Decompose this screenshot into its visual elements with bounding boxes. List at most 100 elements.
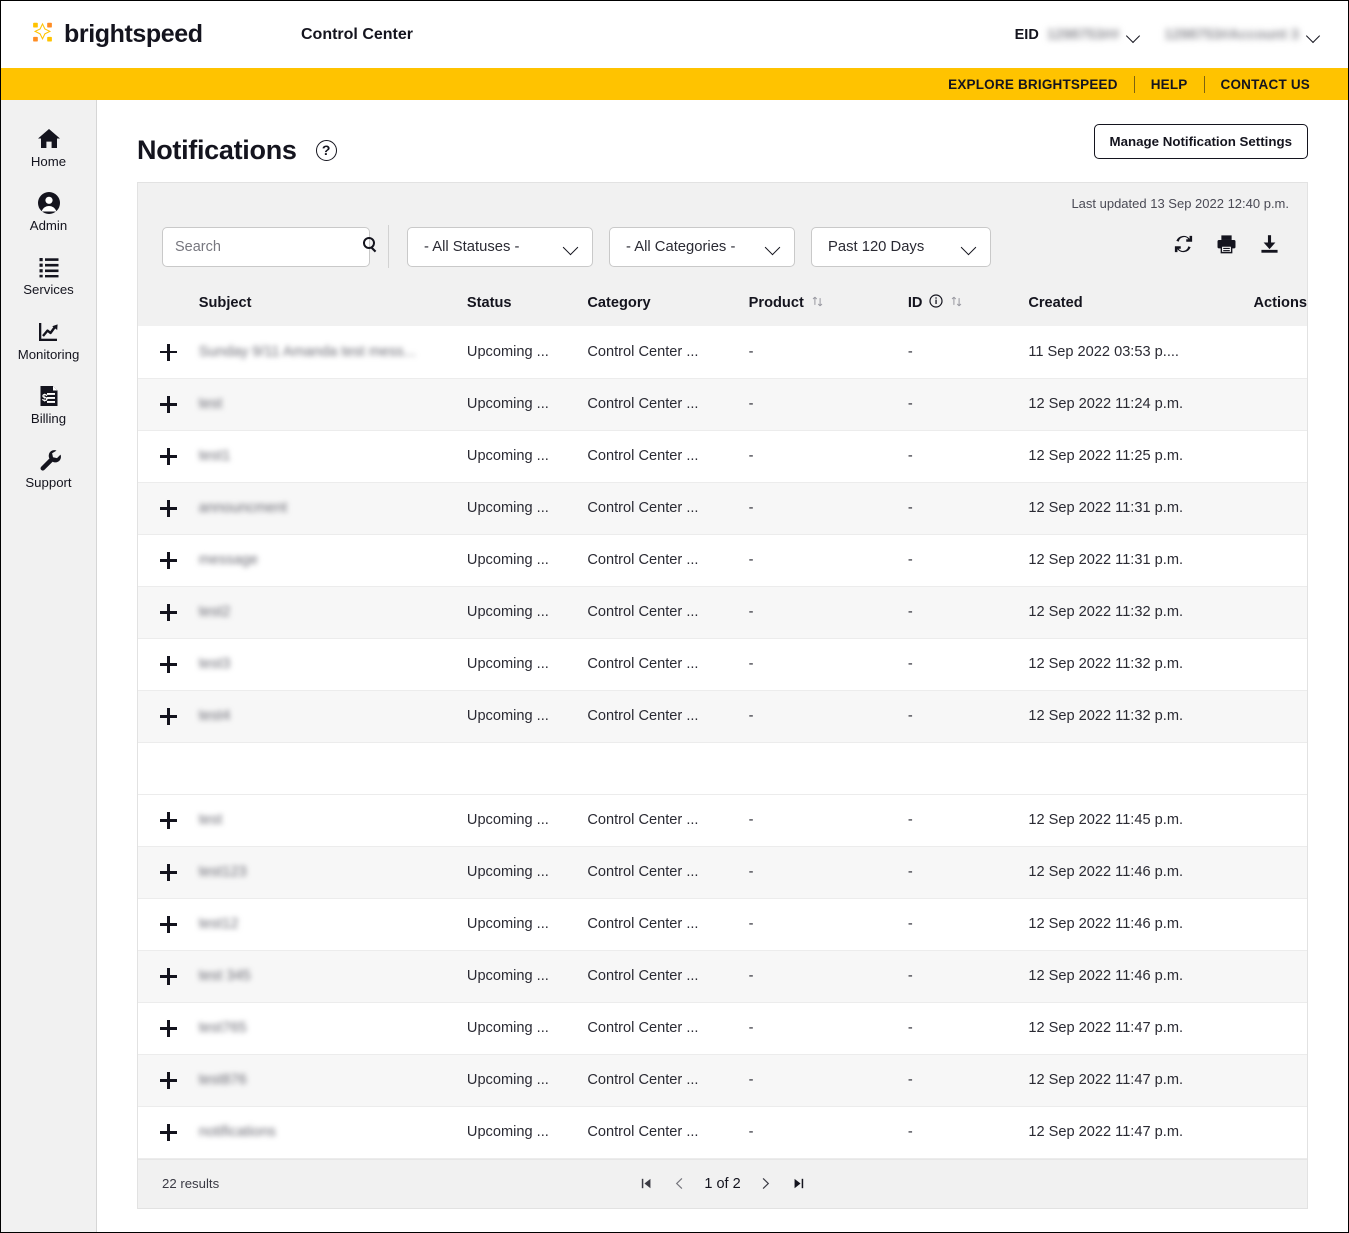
account-selector[interactable]: 1298753#Account 3 [1164, 27, 1320, 43]
row-expand-cell[interactable] [138, 794, 199, 847]
next-page-button[interactable] [757, 1175, 774, 1193]
row-expand-cell[interactable] [138, 846, 199, 899]
row-actions-cell[interactable] [1223, 846, 1307, 899]
table-row[interactable]: announcment Upcoming ... Control Center ..… [138, 482, 1307, 535]
column-header-product[interactable]: Product [748, 286, 908, 326]
row-subject-cell: test4 [198, 690, 467, 743]
search-icon[interactable] [362, 236, 379, 258]
table-row[interactable]: test 345 Upcoming ... Control Center ... - -… [138, 950, 1307, 1003]
table-row[interactable]: notifications Upcoming ... Control Center … [138, 1106, 1307, 1159]
row-expand-cell[interactable] [138, 378, 199, 431]
search-input[interactable] [175, 238, 362, 255]
row-id: - [907, 708, 913, 724]
row-actions-cell[interactable] [1223, 1106, 1307, 1159]
row-category-cell: Control Center ... [587, 794, 749, 847]
sort-icon[interactable] [811, 295, 824, 312]
search-box[interactable] [162, 226, 377, 267]
table-row[interactable]: test4 Upcoming ... Control Center ... - - 12 … [138, 690, 1307, 743]
row-category: Control Center ... [587, 448, 699, 464]
row-expand-cell[interactable] [138, 1106, 199, 1159]
sidebar-item-monitoring[interactable]: Monitoring [1, 309, 96, 373]
table-row[interactable]: test Upcoming ... Control Center ... - - 12 S… [138, 378, 1307, 431]
row-created-cell: 12 Sep 2022 11:47 p.m. [1028, 1002, 1224, 1055]
row-actions-cell[interactable] [1223, 950, 1307, 1003]
row-actions-cell[interactable] [1223, 898, 1307, 951]
first-page-button[interactable] [638, 1175, 655, 1193]
row-actions-cell[interactable] [1223, 482, 1307, 535]
table-row[interactable]: test12 Upcoming ... Control Center ... - - 12… [138, 898, 1307, 951]
print-icon[interactable] [1215, 233, 1238, 260]
table-row[interactable]: message Upcoming ... Control Center ... - - 1… [138, 534, 1307, 587]
row-id: - [907, 448, 913, 464]
table-row[interactable]: test Upcoming ... Control Center ... - - 12 S… [138, 794, 1307, 847]
sidebar-item-home[interactable]: Home [1, 116, 96, 180]
refresh-icon[interactable] [1172, 233, 1195, 260]
row-product-cell: - [748, 898, 908, 951]
row-expand-cell[interactable] [138, 430, 199, 483]
info-icon[interactable] [929, 294, 944, 312]
last-page-button[interactable] [790, 1175, 807, 1193]
sidebar-nav: Home Admin Services Monitoring $ Billing… [1, 100, 97, 1232]
column-header-created[interactable]: Created [1028, 286, 1224, 326]
row-actions-cell[interactable] [1223, 1002, 1307, 1055]
manage-notification-settings-button[interactable]: Manage Notification Settings [1093, 124, 1308, 159]
row-category: Control Center ... [587, 968, 699, 984]
row-actions-cell[interactable] [1223, 1054, 1307, 1107]
sort-icon[interactable] [950, 295, 963, 312]
row-id-cell: - [907, 534, 1029, 587]
table-row[interactable]: test2 Upcoming ... Control Center ... - - 12 … [138, 586, 1307, 639]
row-actions-cell[interactable] [1223, 534, 1307, 587]
row-created: 12 Sep 2022 11:47 p.m. [1028, 1020, 1184, 1036]
row-expand-cell[interactable] [138, 1002, 199, 1055]
table-row[interactable]: test765 Upcoming ... Control Center ... - - 1… [138, 1002, 1307, 1055]
row-expand-cell[interactable] [138, 586, 199, 639]
row-expand-cell[interactable] [138, 482, 199, 535]
chevron-down-icon [765, 242, 780, 251]
row-actions-cell[interactable] [1223, 430, 1307, 483]
sidebar-item-admin[interactable]: Admin [1, 180, 96, 244]
eid-selector[interactable]: EID 1298753## [1015, 27, 1141, 43]
help-link[interactable]: HELP [1135, 77, 1204, 92]
help-icon[interactable]: ? [315, 139, 337, 161]
previous-page-button[interactable] [671, 1175, 688, 1193]
row-expand-cell[interactable] [138, 534, 199, 587]
row-actions-cell[interactable] [1223, 586, 1307, 639]
row-expand-cell[interactable] [138, 950, 199, 1003]
row-created: 12 Sep 2022 11:32 p.m. [1028, 708, 1184, 724]
row-expand-cell[interactable] [138, 1054, 199, 1107]
row-expand-cell[interactable] [138, 898, 199, 951]
table-row[interactable]: test3 Upcoming ... Control Center ... - - 12 … [138, 638, 1307, 691]
row-actions-cell[interactable] [1223, 326, 1307, 379]
category-filter-select[interactable]: - All Categories - [609, 226, 795, 267]
table-row[interactable]: test1 Upcoming ... Control Center ... - - 12 … [138, 430, 1307, 483]
filter-toolbar: - All Statuses - - All Categories - Past… [138, 211, 1307, 286]
sidebar-item-support[interactable]: Support [1, 437, 96, 501]
sidebar-item-services[interactable]: Services [1, 244, 96, 308]
row-product-cell: - [748, 690, 908, 743]
status-filter-select[interactable]: - All Statuses - [407, 226, 593, 267]
row-actions-cell[interactable] [1223, 638, 1307, 691]
column-header-subject[interactable]: Subject [198, 286, 467, 326]
row-actions-cell[interactable] [1223, 794, 1307, 847]
contact-us-link[interactable]: CONTACT US [1205, 77, 1327, 92]
column-header-category[interactable]: Category [587, 286, 749, 326]
column-label: Created [1028, 295, 1083, 311]
row-expand-cell[interactable] [138, 326, 199, 379]
column-header-status[interactable]: Status [466, 286, 588, 326]
explore-brightspeed-link[interactable]: EXPLORE BRIGHTSPEED [932, 77, 1134, 92]
brand-logo[interactable]: brightspeed [30, 20, 203, 49]
row-actions-cell[interactable] [1223, 690, 1307, 743]
row-subject: test2 [198, 604, 231, 620]
row-expand-cell[interactable] [138, 690, 199, 743]
date-range-filter-select[interactable]: Past 120 Days [811, 226, 991, 267]
table-row[interactable]: Sunday 9/11 Amanda test mess... Upcoming … [138, 326, 1307, 379]
sidebar-item-billing[interactable]: $ Billing [1, 373, 96, 437]
download-icon[interactable] [1258, 233, 1281, 260]
row-category: Control Center ... [587, 396, 699, 412]
column-header-id[interactable]: ID [907, 286, 1029, 326]
row-actions-cell[interactable] [1223, 378, 1307, 431]
table-row[interactable]: test123 Upcoming ... Control Center ... - - 1… [138, 846, 1307, 899]
table-row[interactable]: test876 Upcoming ... Control Center ... - - 1… [138, 1054, 1307, 1107]
app-window: brightspeed Control Center EID 1298753##… [0, 0, 1349, 1233]
row-expand-cell[interactable] [138, 638, 199, 691]
